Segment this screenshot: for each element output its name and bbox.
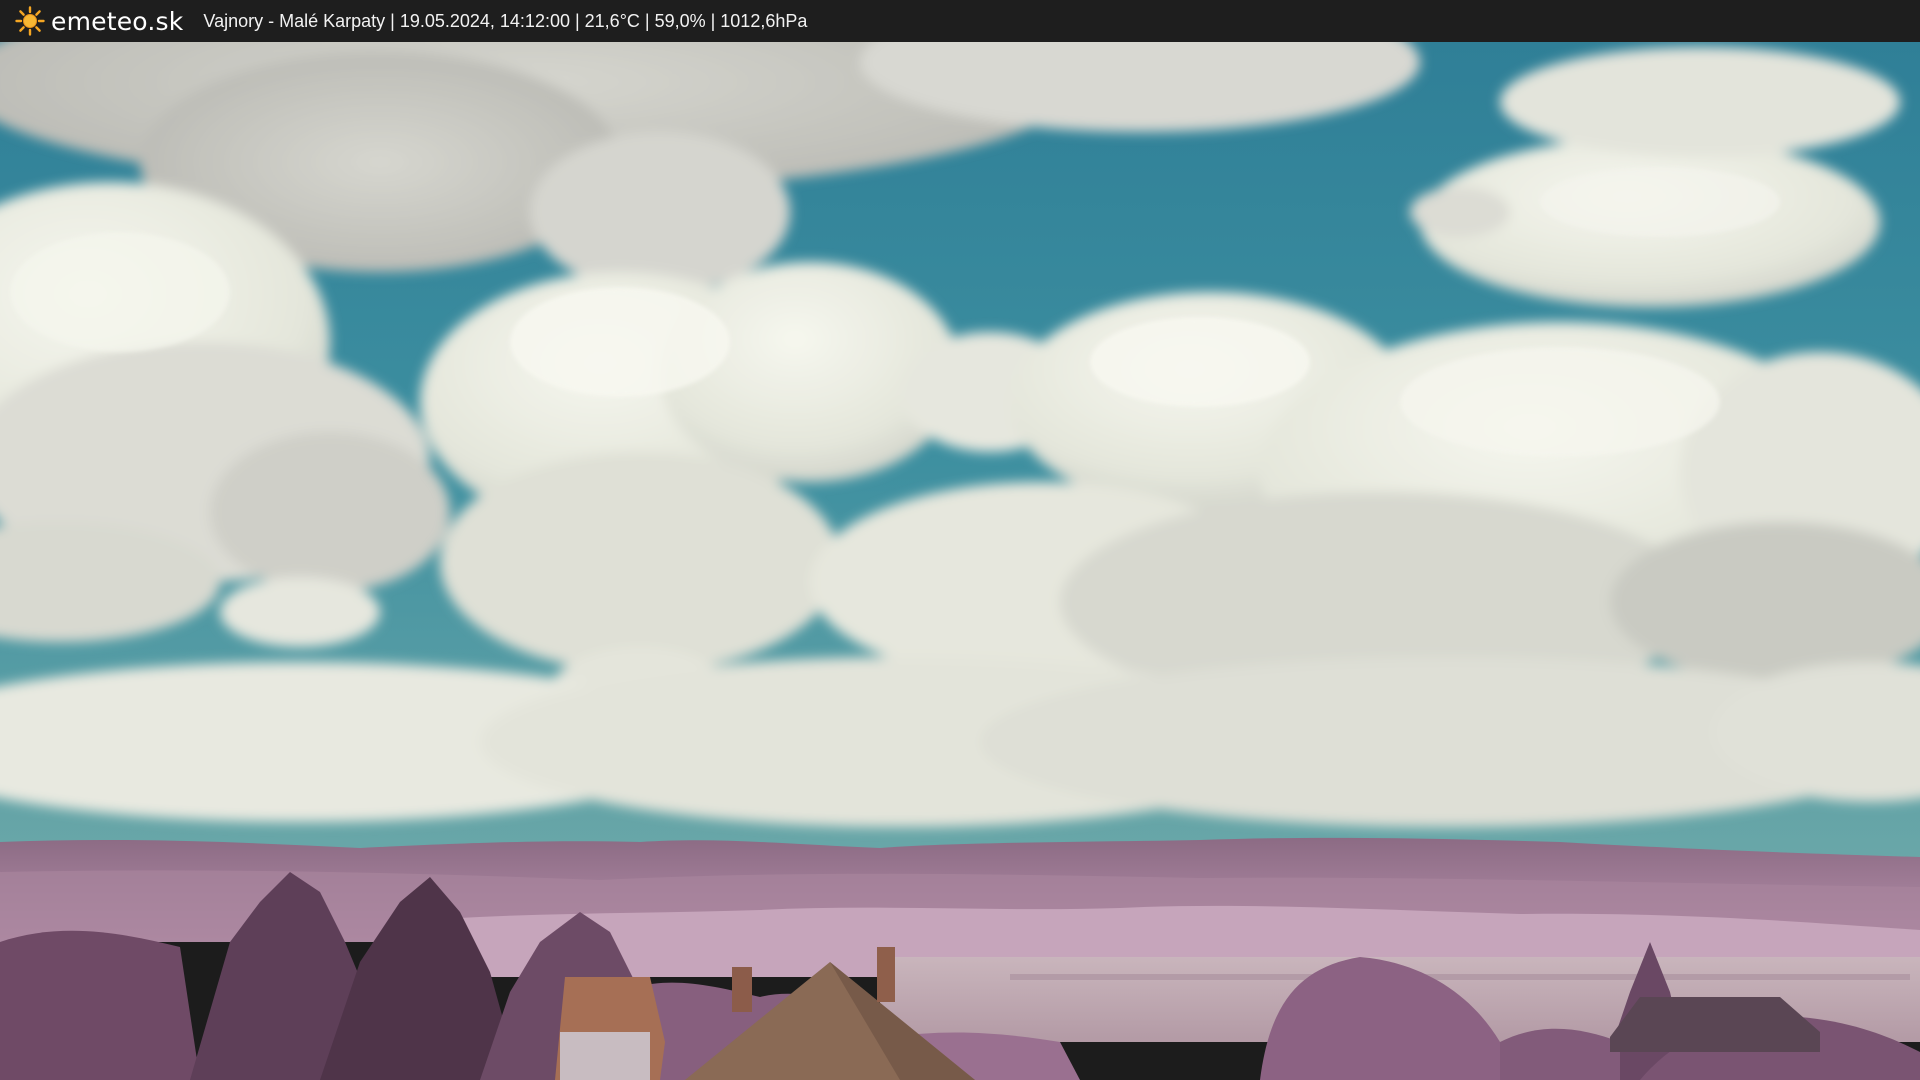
chimney-1 [732, 967, 752, 1012]
webcam-image [0, 42, 1920, 1080]
chimney-2 [877, 947, 895, 1002]
house-wall-left [560, 1032, 650, 1080]
webcam-frame: emeteo.sk Vajnory - Malé Karpaty | 19.05… [0, 0, 1920, 1080]
caption-bar: emeteo.sk Vajnory - Malé Karpaty | 19.05… [0, 0, 1920, 42]
webcam-caption: Vajnory - Malé Karpaty | 19.05.2024, 14:… [203, 10, 808, 31]
roof-right [1610, 997, 1820, 1052]
sun-icon [15, 6, 45, 36]
field-edge [1010, 974, 1910, 980]
brand-logo-text: emeteo.sk [51, 6, 184, 36]
webcam-scene [0, 42, 1920, 1080]
